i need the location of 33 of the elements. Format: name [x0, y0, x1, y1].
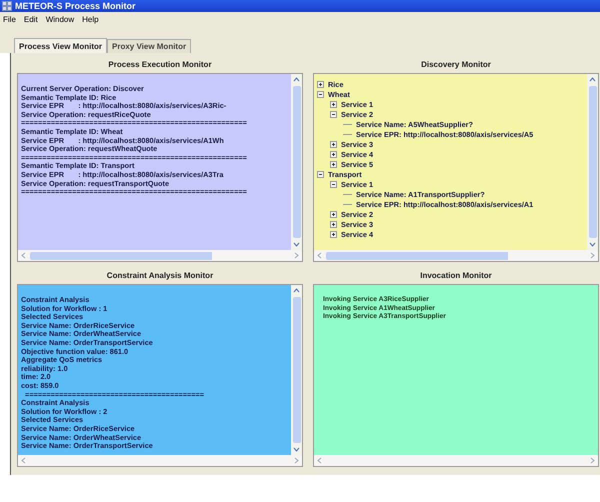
panel-title: Process Execution Monitor — [107, 59, 213, 71]
panel-title: Discovery Monitor — [420, 59, 492, 71]
panel-title: Invocation Monitor — [419, 270, 493, 282]
expand-icon[interactable] — [330, 150, 337, 158]
menu-item[interactable]: File — [3, 14, 16, 24]
expand-icon[interactable] — [330, 230, 337, 238]
collapse-icon[interactable] — [317, 170, 324, 178]
collapse-icon[interactable] — [317, 90, 324, 98]
expand-icon[interactable] — [330, 220, 337, 228]
menu-item[interactable]: Window — [46, 14, 74, 24]
vertical-scrollbar[interactable] — [291, 74, 302, 250]
scroll-down-icon[interactable] — [292, 240, 301, 249]
scroll-down-icon[interactable] — [292, 445, 301, 454]
expand-icon[interactable] — [330, 160, 337, 168]
menu-item[interactable]: Edit — [24, 14, 38, 24]
collapse-icon[interactable] — [330, 180, 337, 188]
panel-title: Constraint Analysis Monitor — [106, 270, 214, 282]
expand-icon[interactable] — [330, 140, 337, 148]
scroll-up-icon[interactable] — [292, 286, 301, 295]
expand-icon[interactable] — [330, 100, 337, 108]
app-icon — [2, 1, 12, 11]
menu-item[interactable]: Help — [82, 14, 99, 24]
scroll-up-icon[interactable] — [292, 75, 301, 84]
collapse-icon[interactable] — [330, 110, 337, 118]
vertical-scrollbar[interactable] — [291, 285, 302, 455]
expand-icon[interactable] — [317, 80, 324, 88]
scroll-up-icon[interactable] — [588, 75, 597, 84]
expand-icon[interactable] — [330, 210, 337, 218]
tab[interactable]: Process View Monitor — [14, 38, 107, 53]
window-title: METEOR-S Process Monitor — [15, 1, 136, 11]
vertical-scrollbar[interactable] — [587, 74, 598, 250]
scroll-down-icon[interactable] — [588, 240, 597, 249]
tab[interactable]: Proxy View Monitor — [107, 39, 192, 53]
